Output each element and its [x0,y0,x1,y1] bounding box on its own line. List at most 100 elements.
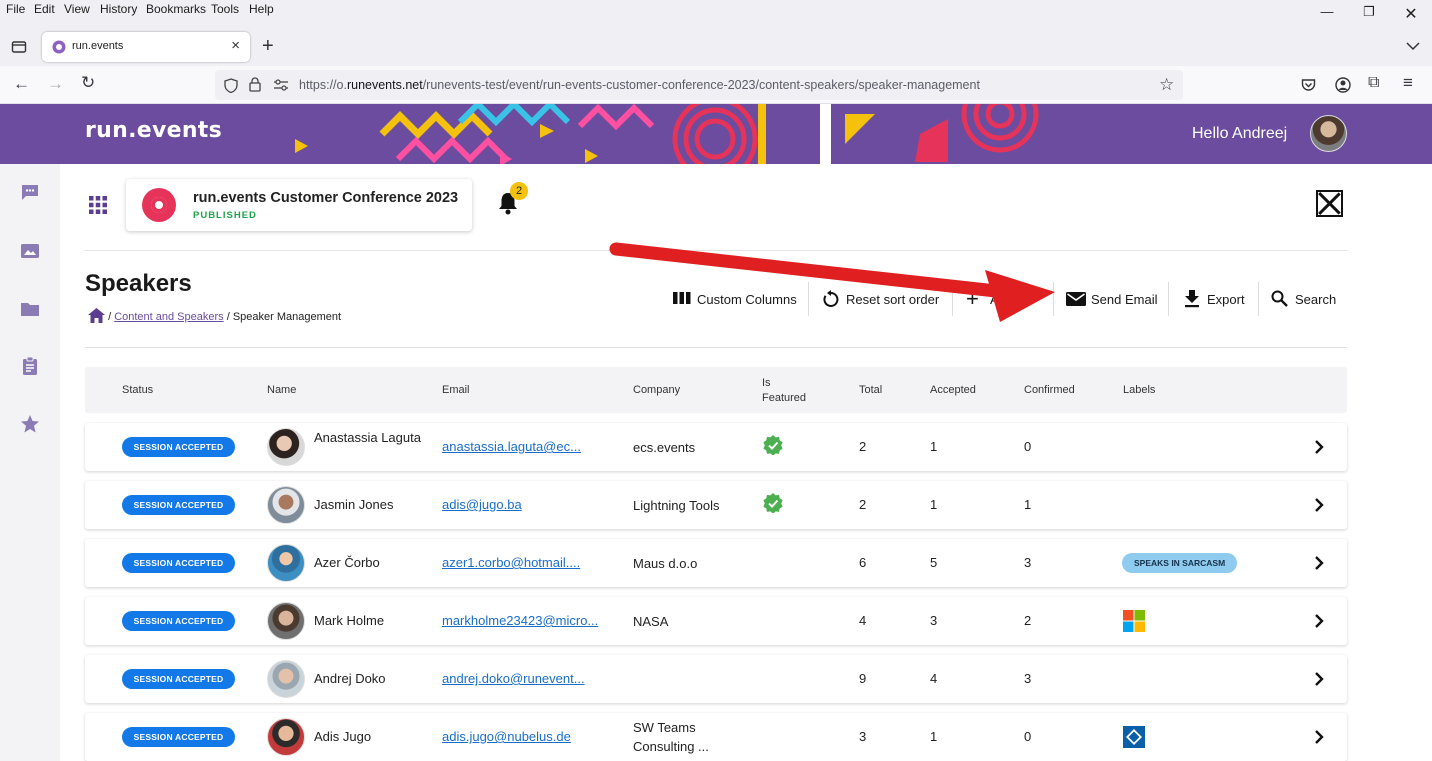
pocket-icon[interactable] [1301,78,1316,92]
accepted-count: 1 [930,497,938,512]
avatar [267,718,305,756]
header-accepted[interactable]: Accepted [930,384,976,396]
confirmed-count: 1 [1024,497,1032,512]
minimize-icon[interactable]: — [1312,4,1342,24]
status-badge: SESSION ACCEPTED [122,669,235,689]
header-confirmed[interactable]: Confirmed [1024,384,1075,396]
menu-view[interactable]: View [64,2,90,16]
close-icon[interactable] [1316,190,1343,217]
extensions-icon[interactable]: ⧉ [1368,74,1379,92]
speaker-email-link[interactable]: anastassia.laguta@ec... [442,439,581,454]
image-icon[interactable] [20,241,40,261]
chat-icon[interactable] [20,182,40,202]
chevron-right-icon[interactable] [1312,554,1326,572]
header-featured-line1[interactable]: Is [762,377,771,389]
browser-tab[interactable]: run.events × [42,32,250,62]
table-row[interactable]: SESSION ACCEPTED Anastassia Laguta anast… [85,423,1347,471]
url-bar[interactable]: https://o.runevents.net/runevents-test/e… [215,70,1183,100]
status-badge: SESSION ACCEPTED [122,495,235,515]
new-tab-icon[interactable]: + [262,35,274,58]
menu-edit[interactable]: Edit [34,2,55,16]
accepted-count: 3 [930,613,938,628]
chevron-right-icon[interactable] [1312,438,1326,456]
menu-file[interactable]: File [6,2,25,16]
reset-sort-button[interactable]: Reset sort order [822,288,947,312]
header-status[interactable]: Status [122,384,153,396]
email-icon [1066,292,1086,306]
menu-tools[interactable]: Tools [211,2,239,16]
back-icon[interactable]: ← [13,74,30,94]
menu-bookmarks[interactable]: Bookmarks [146,2,206,16]
url-text[interactable]: https://o.runevents.net/runevents-test/e… [299,78,980,92]
accepted-count: 4 [930,671,938,686]
search-icon [1271,290,1288,307]
account-icon[interactable] [1335,77,1351,93]
search-button[interactable]: Search [1271,288,1341,312]
breadcrumb: / Content and Speakers / Speaker Managem… [88,308,341,323]
tab-manager-icon[interactable] [11,39,27,55]
chevron-right-icon[interactable] [1312,496,1326,514]
window-close-icon[interactable]: ✕ [1396,4,1426,24]
header-featured-line2[interactable]: Featured [762,392,806,404]
user-avatar[interactable] [1310,115,1347,152]
apps-grid-icon[interactable] [89,196,107,214]
total-count: 2 [859,439,867,454]
featured-check-icon [763,493,783,513]
permissions-icon[interactable] [273,79,289,91]
speaker-email-link[interactable]: adis@jugo.ba [442,497,522,512]
lock-icon[interactable] [249,77,261,92]
speaker-name: Adis Jugo [314,729,372,744]
reload-icon[interactable]: ↻ [81,73,95,93]
menu-help[interactable]: Help [249,2,274,16]
speaker-email-link[interactable]: azer1.corbo@hotmail.... [442,555,580,570]
clipboard-icon[interactable] [20,356,40,376]
app-logo[interactable]: run.events [85,118,222,143]
bookmark-star-icon[interactable]: ☆ [1159,75,1174,95]
browser-tabbar: run.events × + [0,30,1432,66]
user-greeting: Hello Andreej [1192,125,1288,142]
header-company[interactable]: Company [633,384,680,396]
speaker-email-link[interactable]: adis.jugo@nubelus.de [442,729,571,744]
accepted-count: 1 [930,729,938,744]
event-selector[interactable]: run.events Customer Conference 2023 PUBL… [126,179,472,231]
star-icon[interactable] [20,414,40,434]
divider [85,347,1347,348]
speaker-email-link[interactable]: markholme23423@micro... [442,613,598,628]
header-email[interactable]: Email [442,384,470,396]
add-speaker-button[interactable]: + A [966,288,1026,312]
shield-icon[interactable] [224,78,238,93]
featured-check-icon [763,435,783,455]
table-row[interactable]: SESSION ACCEPTED Andrej Doko andrej.doko… [85,655,1347,703]
avatar [267,660,305,698]
speaker-email-link[interactable]: andrej.doko@runevent... [442,671,585,686]
accepted-count: 5 [930,555,938,570]
download-icon [1185,290,1199,308]
chevron-right-icon[interactable] [1312,728,1326,746]
export-button[interactable]: Export [1184,288,1254,312]
divider [808,282,809,316]
breadcrumb-separator: / [226,311,230,323]
folder-icon[interactable] [20,299,40,319]
restore-icon[interactable]: ❐ [1354,4,1384,24]
tab-close-icon[interactable]: × [231,37,240,54]
menu-history[interactable]: History [100,2,137,16]
header-total[interactable]: Total [859,384,882,396]
table-row[interactable]: SESSION ACCEPTED Azer Čorbo azer1.corbo@… [85,539,1347,587]
divider [952,282,953,316]
header-name[interactable]: Name [267,384,296,396]
speaker-name: Andrej Doko [314,671,386,686]
table-row[interactable]: SESSION ACCEPTED Jasmin Jones adis@jugo.… [85,481,1347,529]
forward-icon[interactable]: → [47,74,64,94]
breadcrumb-content-speakers[interactable]: Content and Speakers [114,311,223,323]
avatar [267,544,305,582]
hamburger-menu-icon[interactable]: ≡ [1403,73,1413,93]
table-row[interactable]: SESSION ACCEPTED Mark Holme markholme234… [85,597,1347,645]
event-status: PUBLISHED [193,210,257,221]
send-email-button[interactable]: Send Email [1066,288,1161,312]
chevron-right-icon[interactable] [1312,612,1326,630]
table-row[interactable]: SESSION ACCEPTED Adis Jugo adis.jugo@nub… [85,713,1347,761]
home-icon[interactable] [88,308,105,323]
custom-columns-button[interactable]: Custom Columns [673,288,803,312]
list-tabs-icon[interactable] [1406,41,1420,51]
chevron-right-icon[interactable] [1312,670,1326,688]
